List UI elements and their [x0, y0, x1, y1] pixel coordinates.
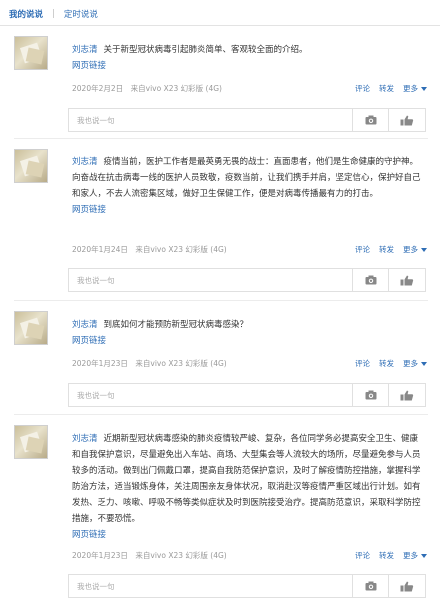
chevron-down-icon — [421, 554, 427, 558]
camera-icon — [365, 115, 377, 125]
thumbs-up-icon — [400, 115, 414, 125]
comment-button[interactable]: 评论 — [355, 550, 370, 561]
more-label: 更多 — [403, 84, 418, 93]
comment-input[interactable]: 我也说一句 — [77, 390, 115, 401]
more-button[interactable]: 更多 — [403, 83, 427, 94]
comment-box[interactable]: 我也说一句 — [68, 108, 426, 132]
author-name[interactable]: 刘志清 — [72, 45, 98, 55]
forward-button[interactable]: 转发 — [379, 550, 394, 561]
tab-divider: | — [52, 9, 55, 19]
comment-button[interactable]: 评论 — [355, 358, 370, 369]
web-link[interactable]: 网页链接 — [72, 333, 424, 349]
tab-bar: 我的说说 | 定时说说 — [9, 7, 98, 21]
post-meta: 2020年1月24日 来自vivo X23 幻彩版 (4G) 评论 转发 更多 — [72, 244, 427, 258]
header-divider — [0, 25, 440, 26]
post-text: 近期新型冠状病毒感染的肺炎疫情较严峻、复杂，各位同学务必提高安全卫生、健康和自我… — [72, 434, 421, 524]
camera-button[interactable] — [352, 109, 389, 131]
more-label: 更多 — [403, 359, 418, 368]
chevron-down-icon — [421, 248, 427, 252]
comment-box[interactable]: 我也说一句 — [68, 383, 426, 407]
post-divider — [14, 300, 428, 301]
avatar[interactable] — [14, 149, 48, 183]
chevron-down-icon — [421, 362, 427, 366]
like-button[interactable] — [388, 575, 425, 597]
avatar[interactable] — [14, 311, 48, 345]
comment-input[interactable]: 我也说一句 — [77, 115, 115, 126]
post-content: 刘志清 疫情当前，医护工作者是最英勇无畏的战士：直面患者，他们是生命健康的守护神。… — [72, 154, 424, 218]
post-meta: 2020年1月23日 来自vivo X23 幻彩版 (4G) 评论 转发 更多 — [72, 358, 427, 372]
post-actions: 评论 转发 更多 — [355, 244, 427, 255]
chevron-down-icon — [421, 87, 427, 91]
comment-button[interactable]: 评论 — [355, 244, 370, 255]
more-label: 更多 — [403, 551, 418, 560]
forward-button[interactable]: 转发 — [379, 83, 394, 94]
thumbs-up-icon — [400, 275, 414, 285]
tab-my-posts[interactable]: 我的说说 — [9, 8, 43, 20]
post-text: 疫情当前，医护工作者是最英勇无畏的战士：直面患者，他们是生命健康的守护神。向奋战… — [72, 157, 421, 199]
post-actions: 评论 转发 更多 — [355, 83, 427, 94]
camera-button[interactable] — [352, 269, 389, 291]
comment-button[interactable]: 评论 — [355, 83, 370, 94]
post-content: 刘志清 近期新型冠状病毒感染的肺炎疫情较严峻、复杂，各位同学务必提高安全卫生、健康… — [72, 431, 424, 543]
more-label: 更多 — [403, 245, 418, 254]
camera-button[interactable] — [352, 384, 389, 406]
more-button[interactable]: 更多 — [403, 244, 427, 255]
post-date-source: 2020年2月2日 来自vivo X23 幻彩版 (4G) — [72, 84, 222, 93]
more-button[interactable]: 更多 — [403, 550, 427, 561]
web-link[interactable]: 网页链接 — [72, 527, 424, 543]
thumbs-up-icon — [400, 390, 414, 400]
camera-icon — [365, 390, 377, 400]
tab-scheduled-posts[interactable]: 定时说说 — [64, 8, 98, 20]
comment-input[interactable]: 我也说一句 — [77, 275, 115, 286]
author-name[interactable]: 刘志清 — [72, 157, 98, 167]
post-text: 关于新型冠状病毒引起肺炎简单、客观较全面的介绍。 — [103, 45, 308, 55]
comment-input[interactable]: 我也说一句 — [77, 581, 115, 592]
post-date-source: 2020年1月24日 来自vivo X23 幻彩版 (4G) — [72, 245, 227, 254]
web-link[interactable]: 网页链接 — [72, 202, 424, 218]
like-button[interactable] — [388, 384, 425, 406]
like-button[interactable] — [388, 109, 425, 131]
camera-icon — [365, 275, 377, 285]
post-meta: 2020年1月23日 来自vivo X23 幻彩版 (4G) 评论 转发 更多 — [72, 550, 427, 564]
camera-button[interactable] — [352, 575, 389, 597]
comment-box[interactable]: 我也说一句 — [68, 574, 426, 598]
post-actions: 评论 转发 更多 — [355, 358, 427, 369]
more-button[interactable]: 更多 — [403, 358, 427, 369]
author-name[interactable]: 刘志清 — [72, 320, 98, 330]
thumbs-up-icon — [400, 581, 414, 591]
post-divider — [14, 138, 428, 139]
forward-button[interactable]: 转发 — [379, 358, 394, 369]
post-divider — [14, 414, 428, 415]
camera-icon — [365, 581, 377, 591]
forward-button[interactable]: 转发 — [379, 244, 394, 255]
web-link[interactable]: 网页链接 — [72, 58, 424, 74]
post-actions: 评论 转发 更多 — [355, 550, 427, 561]
like-button[interactable] — [388, 269, 425, 291]
avatar[interactable] — [14, 425, 48, 459]
post-date-source: 2020年1月23日 来自vivo X23 幻彩版 (4G) — [72, 551, 227, 560]
post-date-source: 2020年1月23日 来自vivo X23 幻彩版 (4G) — [72, 359, 227, 368]
comment-box[interactable]: 我也说一句 — [68, 268, 426, 292]
post-content: 刘志清 关于新型冠状病毒引起肺炎简单、客观较全面的介绍。 网页链接 — [72, 42, 424, 74]
post-meta: 2020年2月2日 来自vivo X23 幻彩版 (4G) 评论 转发 更多 — [72, 83, 427, 97]
avatar[interactable] — [14, 36, 48, 70]
post-text: 到底如何才能预防新型冠状病毒感染？ — [103, 320, 249, 330]
author-name[interactable]: 刘志清 — [72, 434, 98, 444]
post-content: 刘志清 到底如何才能预防新型冠状病毒感染？ 网页链接 — [72, 317, 424, 349]
